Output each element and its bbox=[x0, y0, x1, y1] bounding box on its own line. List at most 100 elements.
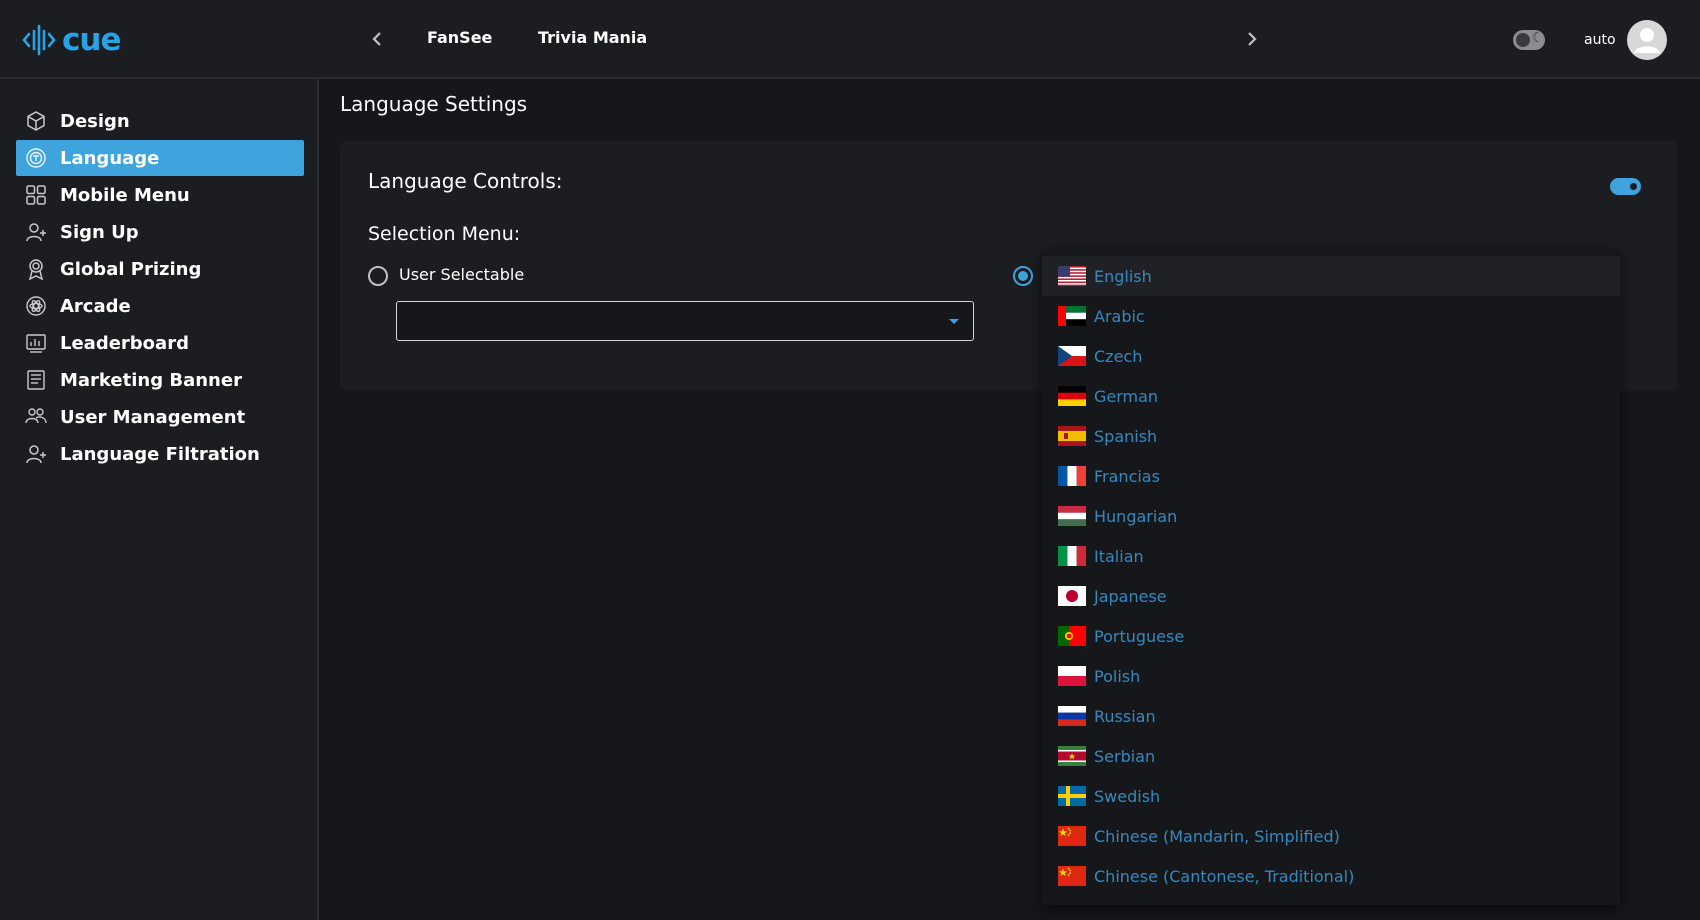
selection-menu-label: Selection Menu: bbox=[368, 223, 521, 245]
language-option-czech[interactable]: Czech bbox=[1042, 336, 1620, 376]
sidebar-item-label: Mobile Menu bbox=[60, 184, 190, 206]
user-add-icon bbox=[24, 220, 48, 244]
sidebar-item-marketing-banner[interactable]: Marketing Banner bbox=[16, 362, 304, 398]
option-label: Spanish bbox=[1094, 426, 1158, 446]
caret-down-icon bbox=[949, 319, 959, 324]
option-label: Chinese (Mandarin, Simplified) bbox=[1094, 826, 1340, 846]
language-controls-label: Language Controls: bbox=[368, 169, 563, 193]
sidebar-item-mobile-menu[interactable]: Mobile Menu bbox=[16, 177, 304, 213]
sidebar-item-sign-up[interactable]: Sign Up bbox=[16, 214, 304, 250]
tab-trivia-mania[interactable]: Trivia Mania bbox=[538, 28, 647, 47]
sidebar-item-label: Leaderboard bbox=[60, 332, 189, 354]
language-option-chinese-cantonese[interactable]: Chinese (Cantonese, Traditional) bbox=[1042, 856, 1620, 896]
tab-fansee[interactable]: FanSee bbox=[427, 28, 492, 47]
option-label: Italian bbox=[1094, 546, 1144, 566]
user-avatar-icon bbox=[1634, 28, 1660, 53]
chinese-flag-icon bbox=[1058, 826, 1086, 846]
sidebar-item-label: Design bbox=[60, 110, 130, 132]
sidebar-item-leaderboard[interactable]: Leaderboard bbox=[16, 325, 304, 361]
german-flag-icon bbox=[1058, 386, 1086, 406]
language-option-german[interactable]: German bbox=[1042, 376, 1620, 416]
swedish-flag-icon bbox=[1058, 786, 1086, 806]
language-option-portuguese[interactable]: Portuguese bbox=[1042, 616, 1620, 656]
chinese-flag-icon bbox=[1058, 866, 1086, 886]
russian-flag-icon bbox=[1058, 706, 1086, 726]
language-option-chinese-mandarin[interactable]: Chinese (Mandarin, Simplified) bbox=[1042, 816, 1620, 856]
option-label: Japanese bbox=[1094, 586, 1167, 606]
avatar[interactable] bbox=[1627, 20, 1667, 60]
sidebar-item-language[interactable]: Language bbox=[16, 140, 304, 176]
language-option-polish[interactable]: Polish bbox=[1042, 656, 1620, 696]
language-option-english[interactable]: English bbox=[1042, 256, 1620, 296]
hungarian-flag-icon bbox=[1058, 506, 1086, 526]
sidebar-item-language-filtration[interactable]: Language Filtration bbox=[16, 436, 304, 472]
logo-text: cue bbox=[62, 21, 121, 58]
sidebar-item-label: Marketing Banner bbox=[60, 369, 242, 391]
language-option-italian[interactable]: Italian bbox=[1042, 536, 1620, 576]
us-flag-icon bbox=[1058, 266, 1086, 286]
language-option-serbian[interactable]: Serbian bbox=[1042, 736, 1620, 776]
option-label: Polish bbox=[1094, 666, 1141, 686]
portuguese-flag-icon bbox=[1058, 626, 1086, 646]
atom-icon bbox=[24, 294, 48, 318]
chevron-right-icon bbox=[1248, 32, 1257, 46]
sidebar: Design Language Mobile Menu Sign Up Glob… bbox=[0, 79, 319, 920]
option-label: Russian bbox=[1094, 706, 1156, 726]
grid-icon bbox=[24, 183, 48, 207]
language-select[interactable] bbox=[396, 301, 974, 341]
option-label: English bbox=[1094, 266, 1152, 286]
sidebar-item-design[interactable]: Design bbox=[16, 103, 304, 139]
sidebar-item-label: Arcade bbox=[60, 295, 131, 317]
option-label: Serbian bbox=[1094, 746, 1156, 766]
sidebar-item-arcade[interactable]: Arcade bbox=[16, 288, 304, 324]
waveform-icon bbox=[22, 24, 56, 56]
sidebar-item-global-prizing[interactable]: Global Prizing bbox=[16, 251, 304, 287]
cue-logo[interactable]: cue bbox=[22, 20, 121, 60]
user-selectable-radio[interactable] bbox=[368, 266, 388, 286]
option-label: Czech bbox=[1094, 346, 1143, 366]
czech-flag-icon bbox=[1058, 346, 1086, 366]
language-option-japanese[interactable]: Japanese bbox=[1042, 576, 1620, 616]
italian-flag-icon bbox=[1058, 546, 1086, 566]
japanese-flag-icon bbox=[1058, 586, 1086, 606]
spanish-flag-icon bbox=[1058, 426, 1086, 446]
theme-mode-label: auto bbox=[1584, 32, 1616, 48]
language-option-spanish[interactable]: Spanish bbox=[1042, 416, 1620, 456]
chevron-left-icon bbox=[372, 32, 381, 46]
sidebar-item-label: Language Filtration bbox=[60, 443, 260, 465]
language-option-swedish[interactable]: Swedish bbox=[1042, 776, 1620, 816]
option-label: Portuguese bbox=[1094, 626, 1185, 646]
option-label: German bbox=[1094, 386, 1159, 406]
sidebar-item-label: Language bbox=[60, 147, 160, 169]
option-label: Swedish bbox=[1094, 786, 1161, 806]
uae-flag-icon bbox=[1058, 306, 1086, 326]
language-option-arabic[interactable]: Arabic bbox=[1042, 296, 1620, 336]
prev-tab-button[interactable] bbox=[365, 27, 389, 51]
user-filter-icon bbox=[24, 442, 48, 466]
fixed-language-radio[interactable] bbox=[1013, 266, 1033, 286]
option-label: Francias bbox=[1094, 466, 1160, 486]
polish-flag-icon bbox=[1058, 666, 1086, 686]
option-label: Arabic bbox=[1094, 306, 1145, 326]
page-title: Language Settings bbox=[340, 92, 528, 116]
user-selectable-label: User Selectable bbox=[399, 265, 525, 284]
language-option-russian[interactable]: Russian bbox=[1042, 696, 1620, 736]
sidebar-item-user-management[interactable]: User Management bbox=[16, 399, 304, 435]
sidebar-item-label: User Management bbox=[60, 406, 246, 428]
language-option-hungarian[interactable]: Hungarian bbox=[1042, 496, 1620, 536]
french-flag-icon bbox=[1058, 466, 1086, 486]
serbian-flag-icon bbox=[1058, 746, 1086, 766]
option-label: Chinese (Cantonese, Traditional) bbox=[1094, 866, 1355, 886]
language-dropdown: English Arabic Czech German Spanish Fran… bbox=[1042, 250, 1620, 905]
award-icon bbox=[24, 257, 48, 281]
users-icon bbox=[24, 405, 48, 429]
language-controls-toggle[interactable] bbox=[1610, 178, 1641, 195]
theme-toggle[interactable]: ☾ bbox=[1513, 30, 1545, 50]
top-bar: cue FanSee Trivia Mania ☾ auto bbox=[0, 0, 1700, 79]
toggle-knob bbox=[1630, 183, 1637, 190]
language-option-francias[interactable]: Francias bbox=[1042, 456, 1620, 496]
banner-icon bbox=[24, 368, 48, 392]
moon-icon: ☾ bbox=[1531, 30, 1544, 46]
language-icon bbox=[24, 146, 48, 170]
next-tab-button[interactable] bbox=[1240, 27, 1264, 51]
